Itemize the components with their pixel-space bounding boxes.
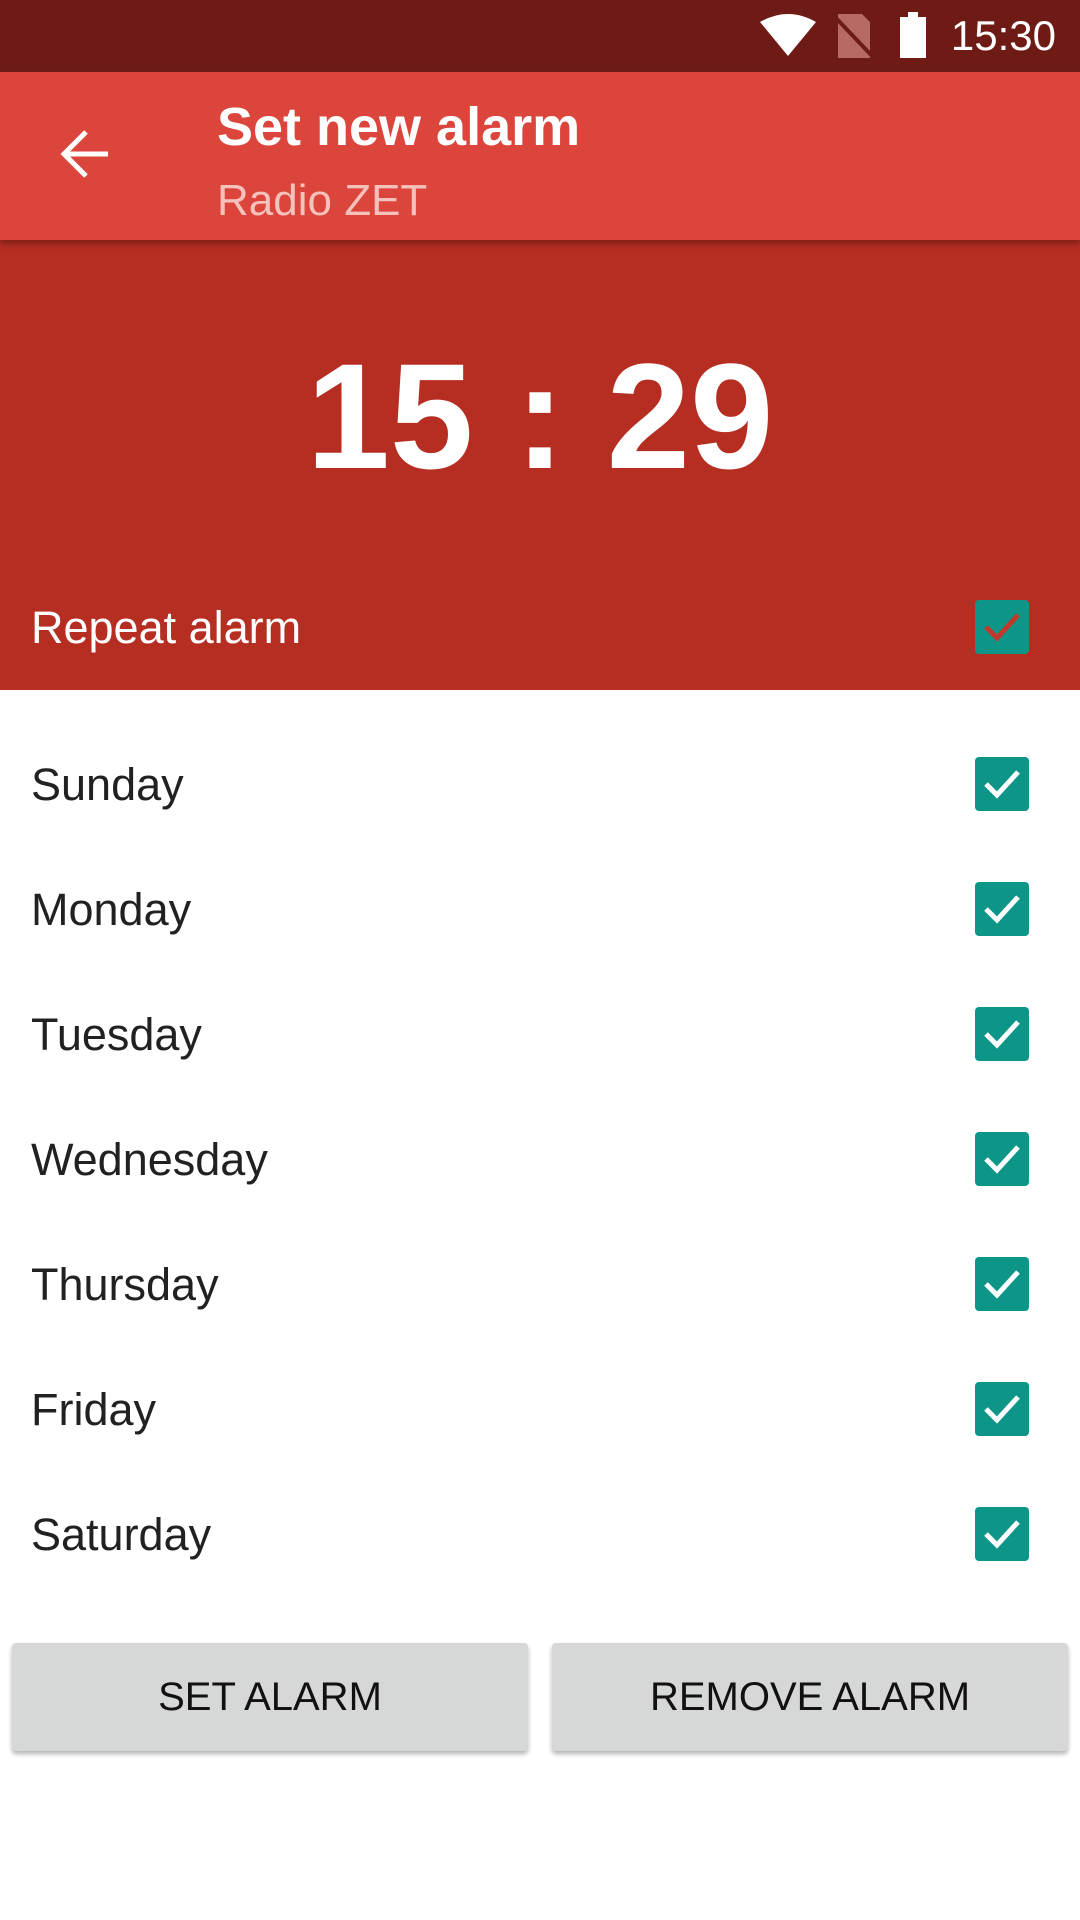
check-icon [984, 1145, 1020, 1174]
repeat-alarm-label: Repeat alarm [31, 602, 302, 653]
day-row-wednesday[interactable]: Wednesday [0, 1097, 1080, 1222]
day-label: Wednesday [31, 1134, 268, 1185]
day-checkbox[interactable] [975, 757, 1029, 811]
day-checkbox[interactable] [975, 1507, 1029, 1561]
day-label: Tuesday [31, 1009, 202, 1060]
status-time: 15:30 [950, 12, 1056, 59]
day-checkbox[interactable] [975, 1257, 1029, 1311]
day-row-saturday[interactable]: Saturday [0, 1472, 1080, 1597]
day-checkbox[interactable] [975, 1007, 1029, 1061]
day-row-tuesday[interactable]: Tuesday [0, 972, 1080, 1097]
check-icon [984, 613, 1020, 642]
day-checkbox[interactable] [975, 1132, 1029, 1186]
page-subtitle: Radio ZET [217, 176, 428, 225]
remove-alarm-button[interactable]: REMOVE ALARM [552, 1643, 1068, 1751]
check-icon [984, 1270, 1020, 1299]
status-bar: 15:30 [0, 0, 1080, 72]
day-label: Sunday [31, 759, 184, 810]
day-row-sunday[interactable]: Sunday [0, 722, 1080, 847]
check-icon [984, 895, 1020, 924]
set-alarm-button[interactable]: SET ALARM [12, 1643, 528, 1751]
check-icon [984, 1020, 1020, 1049]
day-checkbox[interactable] [975, 882, 1029, 936]
toolbar: Set new alarm Radio ZET [0, 72, 1080, 240]
arrow-back-icon[interactable] [56, 124, 116, 184]
day-label: Saturday [31, 1509, 212, 1560]
check-icon [984, 1395, 1020, 1424]
day-row-monday[interactable]: Monday [0, 847, 1080, 972]
day-label: Thursday [31, 1259, 219, 1310]
check-icon [984, 770, 1020, 799]
page-title: Set new alarm [217, 97, 581, 157]
alarm-time-panel: 15 : 29 Repeat alarm [0, 240, 1080, 690]
day-checkbox[interactable] [975, 1382, 1029, 1436]
day-row-thursday[interactable]: Thursday [0, 1222, 1080, 1347]
repeat-alarm-checkbox[interactable] [975, 600, 1029, 654]
wifi-icon [760, 14, 816, 56]
alarm-time[interactable]: 15 : 29 [0, 330, 1080, 503]
no-sim-icon [834, 14, 874, 58]
day-label: Monday [31, 884, 192, 935]
battery-icon [900, 12, 926, 58]
day-row-friday[interactable]: Friday [0, 1347, 1080, 1472]
check-icon [984, 1520, 1020, 1549]
day-label: Friday [31, 1384, 157, 1435]
